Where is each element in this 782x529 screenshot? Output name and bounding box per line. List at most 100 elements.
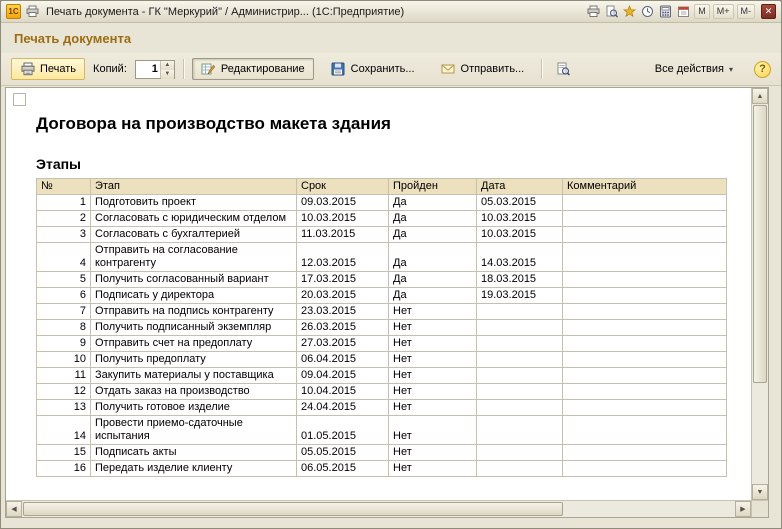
vertical-scroll-thumb[interactable] (753, 105, 767, 383)
1c-logo-icon[interactable]: 1С (6, 4, 21, 19)
stages-table: № Этап Срок Пройден Дата Комментарий 1 Подгото… (36, 178, 727, 477)
chevron-down-icon: ▾ (728, 64, 733, 74)
cell-stage: Отправить счет на предоплату (90, 335, 297, 352)
save-icon (331, 62, 346, 77)
copies-label: Копий: (93, 63, 127, 75)
cell-date (476, 460, 563, 477)
send-button[interactable]: Отправить... (432, 58, 534, 80)
cell-due: 23.03.2015 (296, 303, 389, 320)
cell-passed: Да (388, 194, 477, 211)
memory-m-plus-button[interactable]: М+ (712, 4, 734, 19)
cell-due: 09.04.2015 (296, 367, 389, 384)
window-printer-icon (25, 4, 40, 19)
cell-date (476, 399, 563, 416)
page-header: Печать документа (1, 23, 781, 53)
calendar-icon[interactable] (676, 4, 691, 19)
cell-due: 11.03.2015 (296, 226, 389, 243)
edit-mode-button[interactable]: Редактирование (191, 58, 314, 80)
cell-due: 10.03.2015 (296, 210, 389, 227)
spin-down-icon[interactable]: ▼ (160, 69, 174, 79)
memory-m-minus-button[interactable]: М- (736, 4, 755, 19)
copies-stepper[interactable]: ▲ ▼ (134, 59, 175, 79)
all-actions-label: Все действия (654, 63, 724, 75)
spin-up-icon[interactable]: ▲ (160, 60, 174, 70)
scroll-up-icon[interactable]: ▲ (752, 88, 768, 104)
table-row: 5 Получить согласованный вариант 17.03.201… (36, 271, 727, 288)
table-row: 6 Подписать у директора 20.03.2015 Да 19.03.… (36, 287, 727, 304)
send-button-label: Отправить... (460, 63, 525, 75)
favorites-star-icon[interactable] (622, 4, 637, 19)
cell-stage: Получить предоплату (90, 351, 297, 368)
scroll-left-icon[interactable]: ◀ (6, 501, 22, 517)
history-clock-icon[interactable] (640, 4, 655, 19)
cell-date (476, 444, 563, 461)
table-row: 9 Отправить счет на предоплату 27.03.2015 Н… (36, 335, 727, 352)
cell-date (476, 383, 563, 400)
toolbar-right-group: Все действия ▾ ? (646, 58, 771, 80)
cell-comment (562, 460, 727, 477)
app-window: 1С Печать документа - ГК "Меркурий" / Ад… (0, 0, 782, 529)
scroll-down-icon[interactable]: ▼ (752, 484, 768, 500)
section-title: Этапы (36, 156, 82, 172)
printer-icon (20, 62, 35, 77)
cell-comment (562, 383, 727, 400)
cell-num: 16 (36, 460, 91, 477)
cell-stage: Отправить на подпись контрагенту (90, 303, 297, 320)
table-row: 12 Отдать заказ на производство 10.04.2015… (36, 383, 727, 400)
table-row: 13 Получить готовое изделие 24.04.2015 Нет (36, 399, 727, 416)
page-preview-icon (555, 62, 570, 77)
cell-stage: Подписать у директора (90, 287, 297, 304)
cell-num: 12 (36, 383, 91, 400)
selection-corner[interactable] (13, 93, 26, 106)
cell-passed: Нет (388, 460, 477, 477)
cell-passed: Да (388, 287, 477, 304)
cell-comment (562, 271, 727, 288)
cell-date: 18.03.2015 (476, 271, 563, 288)
close-button[interactable]: ✕ (761, 4, 776, 19)
table-row: 7 Отправить на подпись контрагенту 23.03.2… (36, 303, 727, 320)
column-header-5: Комментарий (562, 178, 727, 195)
copies-input[interactable] (135, 60, 160, 78)
cell-passed: Нет (388, 383, 477, 400)
cell-num: 15 (36, 444, 91, 461)
edit-button-label: Редактирование (220, 63, 305, 75)
help-button[interactable]: ? (754, 60, 771, 78)
table-row: 3 Согласовать с бухгалтерией 11.03.2015 Да 1… (36, 226, 727, 243)
cell-passed: Нет (388, 303, 477, 320)
cell-num: 3 (36, 226, 91, 243)
cell-due: 20.03.2015 (296, 287, 389, 304)
cell-stage: Согласовать с юридическим отделом (90, 210, 297, 227)
preview-icon[interactable] (604, 4, 619, 19)
cell-stage: Согласовать с бухгалтерией (90, 226, 297, 243)
all-actions-button[interactable]: Все действия ▾ (646, 58, 742, 80)
document-region: Договора на производство макета здания Э… (5, 87, 769, 518)
envelope-icon (441, 62, 456, 77)
cell-stage: Получить согласованный вариант (90, 271, 297, 288)
cell-num: 14 (36, 415, 91, 445)
horizontal-scroll-thumb[interactable] (23, 502, 563, 516)
scrollbar-corner (751, 500, 768, 517)
table-row: 16 Передать изделие клиенту 06.05.2015 Нет (36, 460, 727, 477)
horizontal-scrollbar[interactable]: ◀ ▶ (6, 500, 751, 517)
calculator-icon[interactable] (658, 4, 673, 19)
cell-comment (562, 210, 727, 227)
cell-num: 6 (36, 287, 91, 304)
cell-date: 10.03.2015 (476, 226, 563, 243)
save-button[interactable]: Сохранить... (322, 58, 424, 80)
vertical-scrollbar[interactable]: ▲ ▼ (751, 88, 768, 500)
window-title: Печать документа - ГК "Меркурий" / Админ… (46, 5, 405, 18)
copies-spin-arrows[interactable]: ▲ ▼ (159, 60, 174, 79)
preview-button[interactable] (550, 58, 575, 80)
print-button[interactable]: Печать (11, 58, 86, 80)
cell-due: 26.03.2015 (296, 319, 389, 336)
cell-date: 14.03.2015 (476, 242, 563, 272)
print-icon[interactable] (586, 4, 601, 19)
cell-comment (562, 303, 727, 320)
cell-comment (562, 335, 727, 352)
scroll-right-icon[interactable]: ▶ (735, 501, 751, 517)
cell-comment (562, 415, 727, 445)
memory-m-button[interactable]: М (694, 4, 710, 19)
spreadsheet-document[interactable]: Договора на производство макета здания Э… (6, 88, 751, 500)
toolbar-separator (541, 59, 543, 79)
cell-passed: Нет (388, 444, 477, 461)
